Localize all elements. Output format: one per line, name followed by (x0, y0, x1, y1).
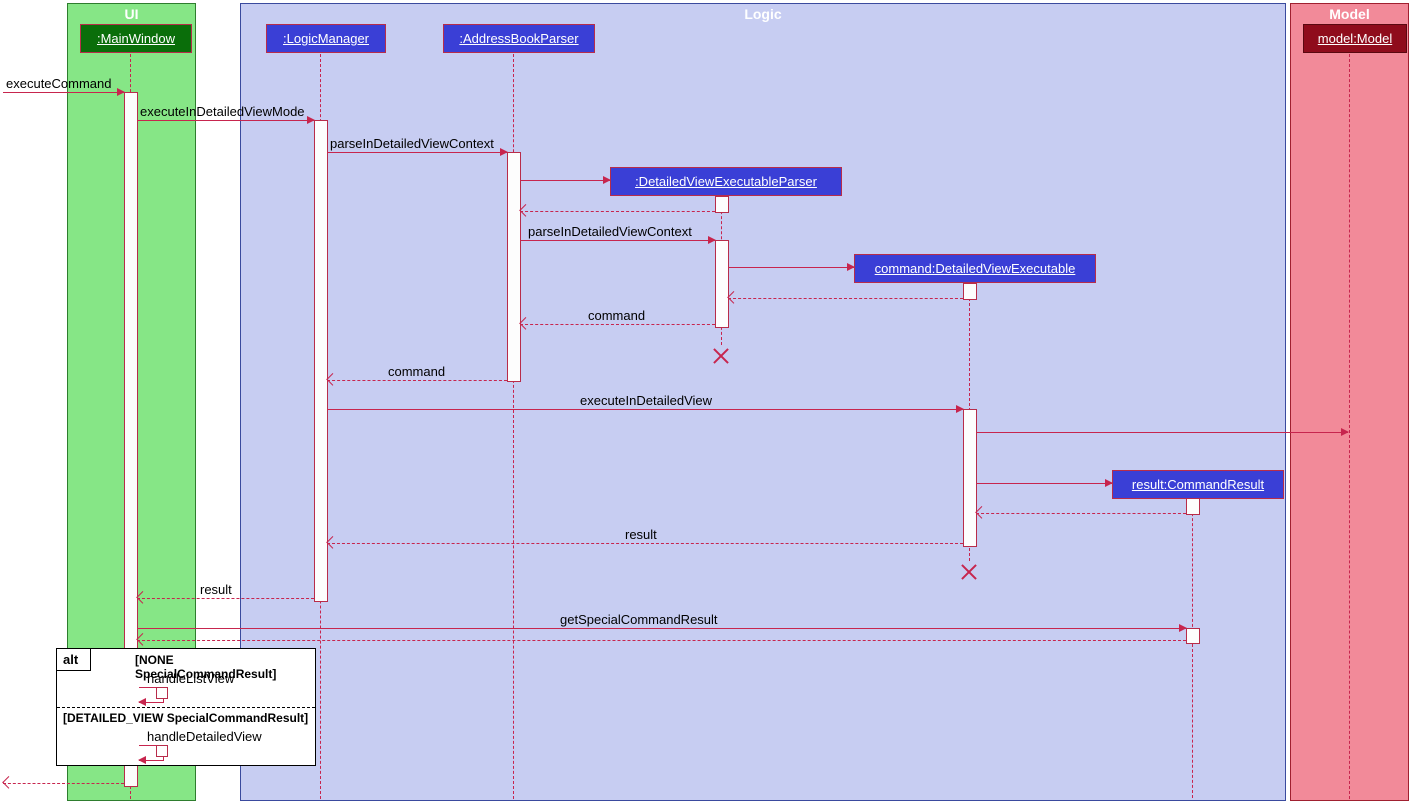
activation-cmd-dve-1 (963, 283, 977, 300)
label-result2: result (200, 582, 232, 597)
region-title-model: Model (1329, 6, 1369, 22)
destroy-dvep (711, 345, 731, 365)
arrow-executeInDetailedView (327, 409, 963, 410)
activation-result-cr (1186, 498, 1200, 515)
activation-cmd-dve-2 (963, 409, 977, 547)
arrow-return-command2 (327, 380, 507, 382)
label-parseInDetailedViewContext1: parseInDetailedViewContext (330, 136, 494, 151)
arrow-return-result1 (327, 543, 963, 545)
label-command2: command (388, 364, 445, 379)
arrow-return-command1 (520, 324, 715, 326)
region-logic: Logic (240, 3, 1286, 801)
arrow-return-result-create (976, 513, 1186, 515)
arrow-return-result2 (137, 598, 314, 600)
activation-result-cr-2 (1186, 628, 1200, 644)
lifeline-result-cr (1192, 498, 1193, 798)
alt-guard-2: [DETAILED_VIEW SpecialCommandResult] (63, 711, 308, 725)
alt-fragment: alt [NONE SpecialCommandResult] handleLi… (56, 648, 316, 766)
label-executeInDetailedViewMode: executeInDetailedViewMode (140, 104, 305, 119)
label-result1: result (625, 527, 657, 542)
participant-model: model:Model (1303, 24, 1407, 53)
alt-label: alt (57, 649, 91, 671)
arrow-executeInDetailedViewMode (137, 120, 314, 121)
destroy-cmd-dve (959, 561, 979, 581)
arrow-return-getSpecialCommandResult (137, 640, 1186, 642)
activation-logicmanager (314, 120, 328, 602)
alt-divider (57, 707, 315, 708)
arrow-create-result (976, 483, 1112, 484)
arrow-getSpecialCommandResult (137, 628, 1186, 629)
label-command1: command (588, 308, 645, 323)
participant-dvep: :DetailedViewExecutableParser (610, 167, 842, 196)
activation-dvep-2 (715, 240, 729, 328)
participant-logicmanager: :LogicManager (266, 24, 386, 53)
label-executeCommand: executeCommand (6, 76, 112, 91)
lifeline-model (1349, 54, 1350, 799)
arrow-return-dvep (520, 211, 715, 213)
alt-msg-1: handleListView (147, 671, 234, 686)
alt-act-1 (156, 687, 168, 699)
arrow-to-model (976, 432, 1348, 433)
alt-act-2 (156, 745, 168, 757)
activation-addressbookparser (507, 152, 521, 382)
region-title-logic: Logic (744, 6, 781, 22)
participant-cmd-dve: command:DetailedViewExecutable (854, 254, 1096, 283)
arrow-return-cmd-dve (728, 298, 963, 300)
arrow-executeCommand (3, 92, 124, 93)
participant-result-cr: result:CommandResult (1112, 470, 1284, 499)
arrow-create-dvep (520, 180, 610, 181)
participant-addressbookparser: :AddressBookParser (443, 24, 595, 53)
arrow-final-return (3, 783, 124, 785)
activation-dvep-1 (715, 196, 729, 213)
label-executeInDetailedView: executeInDetailedView (580, 393, 712, 408)
arrow-create-cmd-dve (728, 267, 854, 268)
label-getSpecialCommandResult: getSpecialCommandResult (560, 612, 718, 627)
participant-mainwindow: :MainWindow (80, 24, 192, 53)
arrow-parseInDetailedViewContext2 (520, 240, 715, 241)
region-title-ui: UI (125, 6, 139, 22)
arrow-parseInDetailedViewContext1 (327, 152, 507, 153)
alt-msg-2: handleDetailedView (147, 729, 262, 744)
label-parseInDetailedViewContext2: parseInDetailedViewContext (528, 224, 692, 239)
